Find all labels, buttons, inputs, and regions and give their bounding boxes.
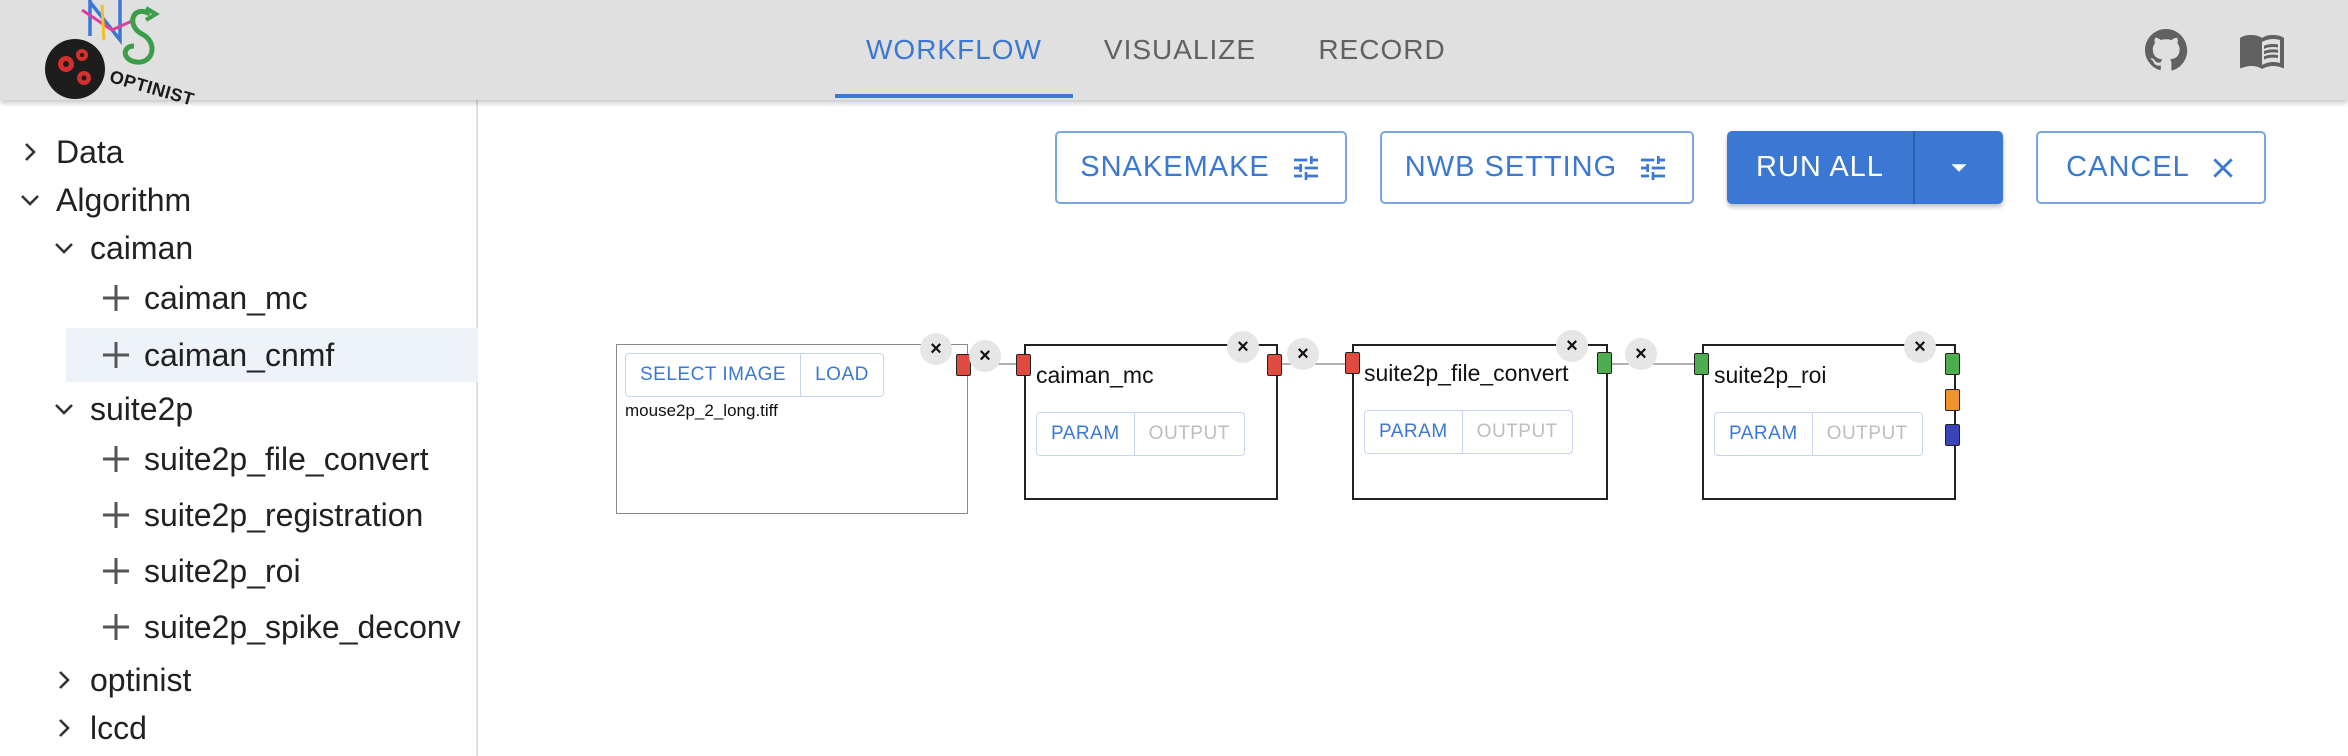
delete-node-button[interactable]: × xyxy=(920,333,952,365)
output-handle[interactable] xyxy=(1945,353,1960,375)
algo-node-suite2p-file-convert[interactable]: suite2p_file_convert PARAM OUTPUT xyxy=(1352,344,1608,500)
tree-folder-caiman[interactable]: caiman xyxy=(0,221,478,275)
tree-folder-algorithm[interactable]: Algorithm xyxy=(0,173,478,227)
output-handle[interactable] xyxy=(1267,354,1282,376)
input-handle[interactable] xyxy=(1016,354,1031,376)
chevron-down-icon xyxy=(55,404,73,415)
output-button[interactable]: OUTPUT xyxy=(1461,411,1572,453)
output-button[interactable]: OUTPUT xyxy=(1811,413,1922,455)
add-icon xyxy=(103,285,129,311)
tree-label: suite2p_registration xyxy=(144,496,424,533)
tree-label: caiman_mc xyxy=(144,279,308,316)
param-button[interactable]: PARAM xyxy=(1715,413,1812,455)
node-actions: PARAM OUTPUT xyxy=(1036,412,1245,456)
param-button[interactable]: PARAM xyxy=(1365,411,1462,453)
cancel-label: CANCEL xyxy=(2066,151,2190,183)
chevron-down-icon xyxy=(21,195,39,206)
book-icon[interactable] xyxy=(2238,26,2286,74)
tree-item-suite2p-spike-deconv[interactable]: suite2p_spike_deconv xyxy=(0,600,478,654)
tree-folder-suite2p[interactable]: suite2p xyxy=(0,382,478,436)
param-button[interactable]: PARAM xyxy=(1037,413,1134,455)
delete-node-button[interactable]: × xyxy=(1904,331,1936,363)
add-icon xyxy=(103,342,129,368)
arrow-drop-down-icon xyxy=(1951,163,1967,172)
tab-visualize[interactable]: VISUALIZE xyxy=(1090,0,1270,100)
node-actions: PARAM OUTPUT xyxy=(1364,410,1573,454)
load-button[interactable]: LOAD xyxy=(800,354,883,396)
input-handle[interactable] xyxy=(1345,352,1360,374)
tree-label: suite2p_spike_deconv xyxy=(144,608,461,645)
tree-folder-optinist[interactable]: optinist xyxy=(0,653,478,707)
cancel-button[interactable]: CANCEL xyxy=(2036,131,2266,204)
output-handle[interactable] xyxy=(1945,424,1960,446)
add-icon xyxy=(103,614,129,640)
select-image-button[interactable]: SELECT IMAGE xyxy=(626,354,800,396)
selected-filename: mouse2p_2_long.tiff xyxy=(625,401,778,420)
nwb-setting-button[interactable]: NWB SETTING xyxy=(1380,131,1694,204)
add-icon xyxy=(103,446,129,472)
node-title: suite2p_roi xyxy=(1714,362,1827,388)
tab-workflow[interactable]: WORKFLOW xyxy=(835,0,1073,100)
node-title: caiman_mc xyxy=(1036,362,1154,388)
snakemake-label: SNAKEMAKE xyxy=(1080,151,1270,183)
output-handle[interactable] xyxy=(1597,352,1612,374)
run-all-button[interactable]: RUN ALL xyxy=(1727,131,1915,204)
tab-record[interactable]: RECORD xyxy=(1300,0,1464,100)
delete-edge-button[interactable]: × xyxy=(1625,338,1657,370)
tree-folder-lccd[interactable]: lccd xyxy=(0,701,478,755)
tree-label: lccd xyxy=(90,709,147,746)
tree-label: Data xyxy=(56,133,124,170)
tree-label: Algorithm xyxy=(56,181,192,218)
add-icon xyxy=(103,502,129,528)
github-icon[interactable] xyxy=(2142,26,2190,74)
tree-label: suite2p_roi xyxy=(144,552,301,589)
tree-label: suite2p_file_convert xyxy=(144,440,429,477)
input-handle[interactable] xyxy=(1694,353,1709,375)
snakemake-button[interactable]: SNAKEMAKE xyxy=(1055,131,1347,204)
delete-node-button[interactable]: × xyxy=(1556,330,1588,362)
tune-icon xyxy=(1293,155,1318,180)
node-title: suite2p_file_convert xyxy=(1364,360,1569,386)
add-icon xyxy=(103,558,129,584)
tree-item-suite2p-file-convert[interactable]: suite2p_file_convert xyxy=(0,432,478,486)
tree-label: caiman xyxy=(90,229,194,266)
tree-item-caiman-cnmf[interactable]: caiman_cnmf xyxy=(66,328,478,382)
run-options-dropdown[interactable] xyxy=(1915,131,2003,204)
edge[interactable] xyxy=(1612,363,1700,365)
image-input-node[interactable]: SELECT IMAGE LOAD mouse2p_2_long.tiff xyxy=(616,344,968,514)
app-bar: OPTINIST WORKFLOW VISUALIZE RECORD xyxy=(0,0,2348,110)
delete-edge-button[interactable]: × xyxy=(969,340,1001,372)
tree-item-suite2p-registration[interactable]: suite2p_registration xyxy=(0,488,478,542)
tree-folder-data[interactable]: Data xyxy=(0,125,478,179)
chevron-right-icon xyxy=(25,143,36,161)
tree-item-caiman-mc[interactable]: caiman_mc xyxy=(0,271,478,325)
node-actions: PARAM OUTPUT xyxy=(1714,412,1923,456)
chevron-right-icon xyxy=(59,719,70,737)
chevron-down-icon xyxy=(55,243,73,254)
input-node-actions: SELECT IMAGE LOAD xyxy=(625,353,884,397)
algorithm-tree-sidebar: Data Algorithm caiman caiman_mc caiman_c… xyxy=(0,100,478,756)
tree-item-suite2p-roi[interactable]: suite2p_roi xyxy=(0,544,478,598)
run-all-split-button: RUN ALL xyxy=(1727,131,2003,204)
chevron-right-icon xyxy=(59,671,70,689)
close-icon xyxy=(2213,157,2233,178)
output-handle[interactable] xyxy=(1945,389,1960,411)
delete-edge-button[interactable]: × xyxy=(1287,338,1319,370)
tree-label: caiman_cnmf xyxy=(144,336,335,373)
nwb-setting-label: NWB SETTING xyxy=(1404,151,1618,183)
algo-node-caiman-mc[interactable]: caiman_mc PARAM OUTPUT xyxy=(1024,344,1278,500)
tune-icon xyxy=(1641,155,1666,180)
tree-label: suite2p xyxy=(90,390,194,427)
tree-label: optinist xyxy=(90,661,192,698)
algo-node-suite2p-roi[interactable]: suite2p_roi PARAM OUTPUT xyxy=(1702,344,1956,500)
output-button[interactable]: OUTPUT xyxy=(1133,413,1244,455)
delete-node-button[interactable]: × xyxy=(1227,331,1259,363)
